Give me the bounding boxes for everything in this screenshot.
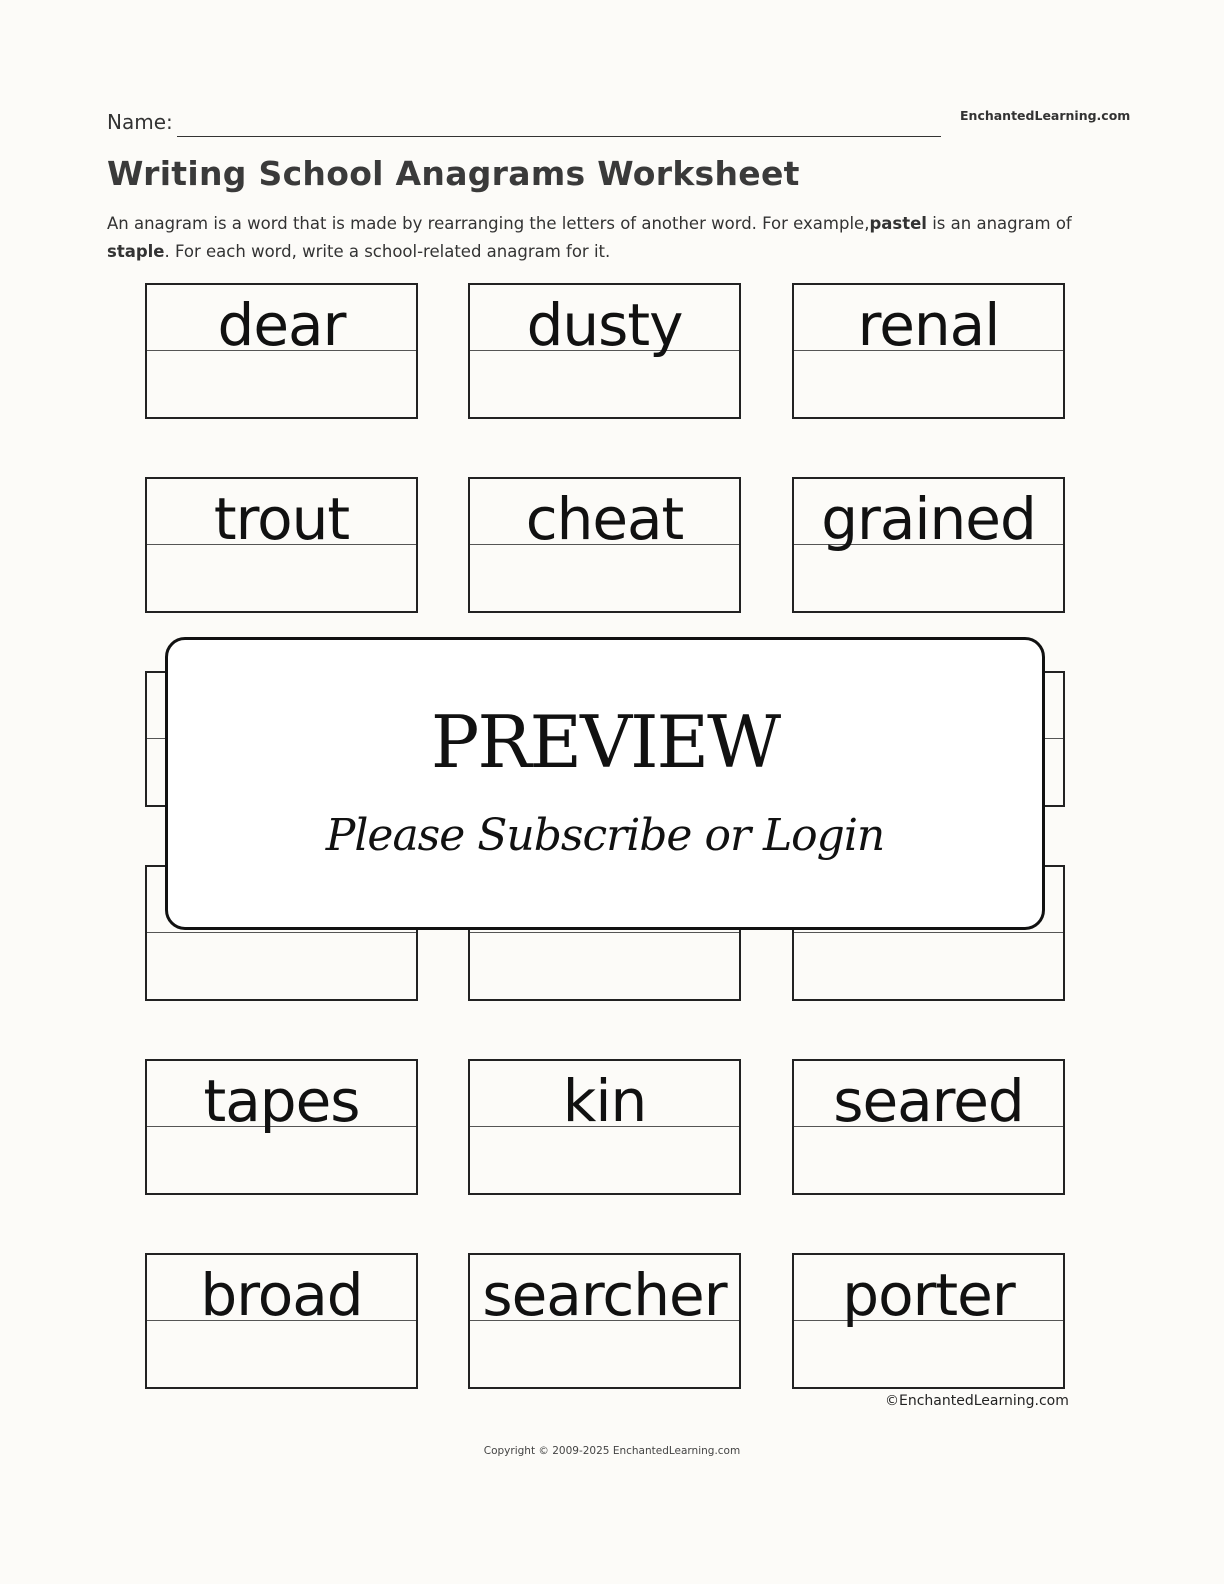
- scrambled-word-cell: porter: [794, 1255, 1063, 1329]
- scrambled-word-cell: kin: [470, 1061, 739, 1135]
- anagram-card: seared: [792, 1059, 1065, 1195]
- scrambled-word: broad: [200, 1261, 363, 1329]
- answer-field[interactable]: [794, 1321, 1063, 1387]
- answer-field[interactable]: [147, 1321, 416, 1387]
- anagram-card: dusty: [468, 283, 741, 419]
- name-label: Name:: [107, 110, 173, 134]
- copyright: Copyright © 2009-2025 EnchantedLearning.…: [483, 1445, 741, 1457]
- scrambled-word: tapes: [203, 1067, 360, 1135]
- scrambled-word: dear: [217, 291, 347, 359]
- scrambled-word-cell: tapes: [147, 1061, 416, 1135]
- answer-field[interactable]: [794, 1127, 1063, 1193]
- instructions-text: . For each word, write a school-related …: [164, 242, 611, 261]
- scrambled-word: cheat: [525, 485, 685, 553]
- scrambled-word: kin: [562, 1067, 647, 1135]
- anagram-card: dear: [145, 283, 418, 419]
- image-credit: ©EnchantedLearning.com: [885, 1393, 1069, 1409]
- site-brand: EnchantedLearning.com: [960, 108, 1131, 123]
- scrambled-word-cell: cheat: [470, 479, 739, 553]
- page-title: Writing School Anagrams Worksheet: [107, 154, 800, 193]
- answer-field[interactable]: [470, 933, 739, 999]
- answer-field[interactable]: [794, 351, 1063, 417]
- anagram-card: porter: [792, 1253, 1065, 1389]
- scrambled-word: renal: [857, 291, 1001, 359]
- name-line[interactable]: [177, 136, 941, 137]
- scrambled-word-cell: grained: [794, 479, 1063, 553]
- scrambled-word-cell: dusty: [470, 285, 739, 359]
- anagram-card: renal: [792, 283, 1065, 419]
- scrambled-word-cell: broad: [147, 1255, 416, 1329]
- anagram-card: trout: [145, 477, 418, 613]
- scrambled-word: trout: [213, 485, 350, 553]
- scrambled-word: dusty: [526, 291, 684, 359]
- anagram-card: searcher: [468, 1253, 741, 1389]
- answer-field[interactable]: [147, 545, 416, 611]
- anagram-card: cheat: [468, 477, 741, 613]
- scrambled-word: porter: [842, 1261, 1015, 1329]
- instructions-text: is an anagram of: [926, 214, 1072, 233]
- instructions: An anagram is a word that is made by rea…: [107, 210, 1097, 266]
- anagram-card: kin: [468, 1059, 741, 1195]
- answer-field[interactable]: [470, 1127, 739, 1193]
- scrambled-word: seared: [833, 1067, 1025, 1135]
- scrambled-word-cell: renal: [794, 285, 1063, 359]
- anagram-card: broad: [145, 1253, 418, 1389]
- anagram-card: grained: [792, 477, 1065, 613]
- scrambled-word: searcher: [482, 1261, 727, 1329]
- scrambled-word-cell: searcher: [470, 1255, 739, 1329]
- anagram-card: tapes: [145, 1059, 418, 1195]
- answer-field[interactable]: [794, 545, 1063, 611]
- scrambled-word: grained: [821, 485, 1037, 553]
- subscribe-login-prompt[interactable]: Please Subscribe or Login: [168, 810, 1042, 861]
- preview-overlay[interactable]: PREVIEW Please Subscribe or Login: [165, 637, 1045, 930]
- example-word: pastel: [869, 214, 927, 233]
- scrambled-word-cell: dear: [147, 285, 416, 359]
- answer-field[interactable]: [470, 1321, 739, 1387]
- answer-field[interactable]: [794, 933, 1063, 999]
- scrambled-word-cell: seared: [794, 1061, 1063, 1135]
- scrambled-word-cell: trout: [147, 479, 416, 553]
- answer-field[interactable]: [470, 545, 739, 611]
- example-anagram: staple: [107, 242, 165, 261]
- instructions-text: An anagram is a word that is made by rea…: [107, 214, 870, 233]
- answer-field[interactable]: [147, 351, 416, 417]
- answer-field[interactable]: [470, 351, 739, 417]
- preview-title: PREVIEW: [430, 700, 781, 784]
- answer-field[interactable]: [147, 933, 416, 999]
- answer-field[interactable]: [147, 1127, 416, 1193]
